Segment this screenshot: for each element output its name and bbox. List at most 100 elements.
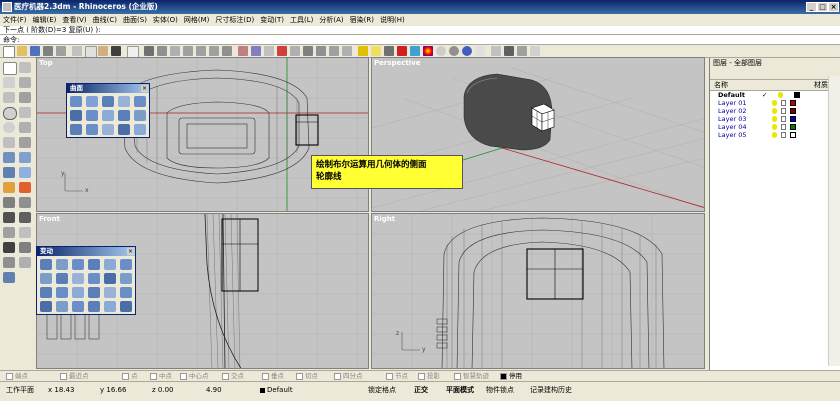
box-icon[interactable] (3, 167, 15, 178)
print-icon[interactable] (43, 46, 53, 56)
splop-tool-icon[interactable] (88, 287, 100, 298)
hide-icon[interactable] (316, 46, 326, 56)
lock-icon[interactable] (781, 116, 786, 122)
menu-solid[interactable]: 实体(O) (150, 14, 181, 26)
layer-color-swatch[interactable] (794, 92, 800, 98)
light-bulb-icon[interactable] (778, 92, 783, 98)
material-icon[interactable] (410, 46, 420, 56)
taper-tool-icon[interactable] (88, 273, 100, 284)
menu-surface[interactable]: 曲面(S) (120, 14, 150, 26)
minimize-button[interactable]: _ (806, 2, 817, 12)
pan-icon[interactable] (144, 46, 154, 56)
mesh-icon[interactable] (3, 197, 15, 208)
zoom-extents-icon[interactable] (196, 46, 206, 56)
close-window-button[interactable]: × (828, 2, 839, 12)
surface-edge-icon[interactable] (86, 96, 98, 107)
layer-row-04[interactable]: Layer 04 (710, 123, 840, 131)
status-layer[interactable]: Default (260, 384, 293, 396)
osnap-tan[interactable]: 切点 (296, 371, 318, 381)
tools-icon[interactable] (491, 46, 501, 56)
grid-icon[interactable] (277, 46, 287, 56)
layer-name-column[interactable]: 名称 (714, 80, 728, 90)
surface-loft-icon[interactable] (70, 110, 82, 121)
osnap-smarttrack[interactable]: 智慧轨迹 (454, 371, 489, 381)
arc-icon[interactable] (19, 107, 31, 118)
menu-dimension[interactable]: 尺寸标注(D) (212, 14, 257, 26)
shear-tool-icon[interactable] (120, 273, 132, 284)
surface-sweep2-icon[interactable] (118, 110, 130, 121)
point-icon[interactable] (19, 62, 31, 73)
flow-tool-icon[interactable] (104, 273, 116, 284)
viewport-title-top[interactable]: Top (39, 59, 53, 67)
menu-transform[interactable]: 变动(T) (257, 14, 287, 26)
menu-help[interactable]: 说明(H) (377, 14, 408, 26)
status-cplane[interactable]: 工作平面 (6, 384, 34, 396)
viewport-title-perspective[interactable]: Perspective (374, 59, 420, 67)
light-bulb-icon[interactable] (772, 132, 777, 138)
layer-color-swatch[interactable] (790, 108, 796, 114)
light-bulb-icon[interactable] (772, 116, 777, 122)
gear-icon[interactable] (504, 46, 514, 56)
shade-sphere-icon[interactable] (449, 46, 459, 56)
curve-icon[interactable] (3, 92, 15, 103)
orient-tool-icon[interactable] (40, 273, 52, 284)
select-icon[interactable] (303, 46, 313, 56)
trim-icon[interactable] (3, 212, 15, 223)
viewport-right[interactable]: Right z y (371, 213, 705, 369)
ellipse-icon[interactable] (3, 122, 15, 133)
remap-tool-icon[interactable] (88, 301, 100, 312)
explode-icon[interactable] (19, 227, 31, 238)
menu-file[interactable]: 文件(F) (0, 14, 30, 26)
line-icon[interactable] (3, 77, 15, 88)
rotate-tool-icon[interactable] (72, 259, 84, 270)
properties-icon[interactable] (384, 46, 394, 56)
render-sphere-icon[interactable] (436, 46, 446, 56)
layer-color-swatch[interactable] (790, 132, 796, 138)
project-tool-icon[interactable] (72, 287, 84, 298)
osnap-perp[interactable]: 垂点 (262, 371, 284, 381)
maelstrom-tool-icon[interactable] (56, 301, 68, 312)
copy-tool-icon[interactable] (56, 259, 68, 270)
light-icon[interactable] (371, 46, 381, 56)
layer-color-swatch[interactable] (790, 116, 796, 122)
surface-heightfield-icon[interactable] (134, 124, 146, 135)
zoom-window-icon[interactable] (183, 46, 193, 56)
import-icon[interactable] (56, 46, 66, 56)
polygon-icon[interactable] (3, 137, 15, 148)
osnap-quad[interactable]: 四分点 (334, 371, 363, 381)
surface-blend-icon[interactable] (118, 124, 130, 135)
bend-tool-icon[interactable] (72, 273, 84, 284)
command-prompt[interactable]: 命令: (0, 35, 840, 45)
layer-material-column[interactable]: 材质 (814, 80, 828, 90)
menu-tools[interactable]: 工具(L) (287, 14, 316, 26)
surface-sweep1-icon[interactable] (102, 110, 114, 121)
transform-panel-title[interactable]: 变动 (37, 247, 135, 256)
freeform-curve-icon[interactable] (19, 92, 31, 103)
layer-icon[interactable] (358, 46, 368, 56)
move-icon[interactable] (19, 242, 31, 253)
layers-scrollbar[interactable] (828, 76, 840, 366)
surface-fillet-icon[interactable] (86, 124, 98, 135)
text-icon[interactable] (19, 137, 31, 148)
osnap-knot[interactable]: 节点 (386, 371, 408, 381)
views-icon[interactable] (290, 46, 300, 56)
menu-mesh[interactable]: 网格(M) (181, 14, 213, 26)
surface-panel-close-icon[interactable]: × (141, 85, 148, 92)
mirror-tool-icon[interactable] (104, 259, 116, 270)
surface-patch-icon[interactable] (70, 124, 82, 135)
rotate-view-icon[interactable] (157, 46, 167, 56)
open-icon[interactable] (17, 46, 27, 56)
lock-icon[interactable] (781, 132, 786, 138)
surface-rect-icon[interactable] (118, 96, 130, 107)
paste-icon[interactable] (98, 46, 108, 56)
surface-3points-icon[interactable] (70, 96, 82, 107)
osnap-near[interactable]: 最近点 (60, 371, 89, 381)
osnap-project[interactable]: 投影 (418, 371, 440, 381)
scale-icon[interactable] (3, 272, 15, 283)
group-icon[interactable] (3, 242, 15, 253)
copy-obj-icon[interactable] (3, 257, 15, 268)
transform-panel-close-icon[interactable]: × (127, 248, 134, 255)
lock-icon[interactable] (342, 46, 352, 56)
viewport-title-right[interactable]: Right (374, 215, 395, 223)
osnap-center[interactable]: 中心点 (180, 371, 209, 381)
